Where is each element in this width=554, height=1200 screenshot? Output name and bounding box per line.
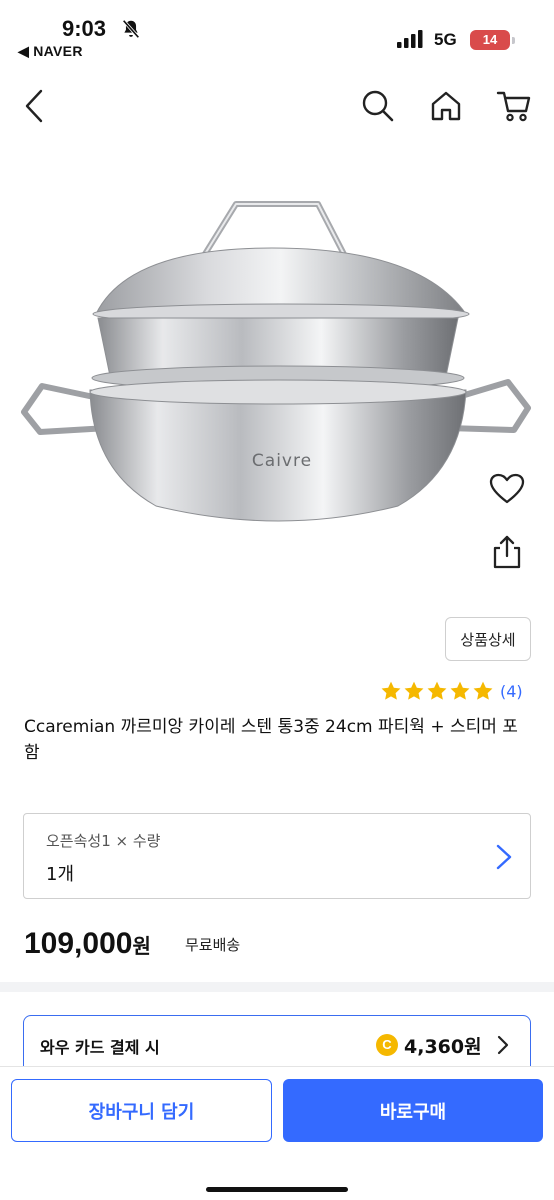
option-selector[interactable]: 오픈속성1 × 수량 1개 bbox=[23, 813, 531, 899]
rating[interactable]: (4) bbox=[380, 680, 523, 702]
pot-brand-label: Caivre bbox=[252, 451, 312, 471]
product-image[interactable]: Caivre bbox=[0, 190, 554, 550]
heart-icon bbox=[489, 473, 525, 504]
buy-now-button[interactable]: 바로구매 bbox=[283, 1079, 543, 1142]
product-title: Ccaremian 까르미앙 카이레 스텐 통3중 24cm 파티웍 + 스티머… bbox=[24, 717, 518, 763]
status-time: 9:03 bbox=[62, 16, 107, 41]
status-bar: 9:03 ◀ NAVER 5G 14 bbox=[0, 0, 554, 66]
rating-count[interactable]: (4) bbox=[500, 682, 523, 701]
star-icon bbox=[404, 681, 424, 700]
bell-muted-icon bbox=[122, 19, 140, 39]
star-icon bbox=[450, 681, 470, 700]
star-icon bbox=[427, 681, 447, 700]
network-type: 5G bbox=[434, 30, 457, 49]
chevron-right-icon bbox=[496, 844, 512, 870]
signal-icon bbox=[397, 30, 423, 48]
option-label: 오픈속성1 × 수량 bbox=[46, 832, 161, 850]
home-button[interactable] bbox=[426, 86, 466, 126]
wishlist-button[interactable] bbox=[487, 469, 527, 509]
back-to-app-link[interactable]: ◀ NAVER bbox=[18, 43, 83, 60]
card-offer-amount: 4,360원 bbox=[404, 1036, 482, 1058]
shipping-info: 무료배송 bbox=[185, 936, 241, 954]
home-indicator bbox=[206, 1187, 348, 1192]
coupang-cash-icon: C bbox=[376, 1034, 398, 1056]
home-icon bbox=[431, 91, 461, 121]
search-button[interactable] bbox=[358, 86, 398, 126]
rating-stars bbox=[380, 680, 494, 702]
back-icon bbox=[25, 89, 43, 123]
star-icon bbox=[473, 681, 493, 700]
option-value: 1개 bbox=[46, 864, 75, 885]
product-detail-button[interactable]: 상품상세 bbox=[445, 617, 531, 661]
search-icon bbox=[362, 90, 394, 122]
price: 109,000원 bbox=[24, 927, 151, 961]
battery-cap bbox=[512, 37, 515, 44]
battery-indicator: 14 bbox=[470, 30, 510, 50]
add-to-cart-button[interactable]: 장바구니 담기 bbox=[11, 1079, 272, 1142]
section-divider bbox=[0, 982, 554, 992]
share-icon bbox=[493, 535, 521, 569]
bottom-action-bar: 장바구니 담기 바로구매 bbox=[0, 1066, 554, 1200]
price-unit: 원 bbox=[132, 936, 151, 958]
cart-button[interactable] bbox=[494, 86, 534, 126]
share-button[interactable] bbox=[487, 532, 527, 572]
price-amount: 109,000 bbox=[24, 927, 133, 960]
cart-icon bbox=[496, 91, 531, 122]
star-icon bbox=[381, 681, 401, 700]
back-button[interactable] bbox=[14, 86, 54, 126]
card-offer-label: 와우 카드 결제 시 bbox=[40, 1038, 160, 1057]
chevron-right-icon bbox=[497, 1035, 509, 1055]
